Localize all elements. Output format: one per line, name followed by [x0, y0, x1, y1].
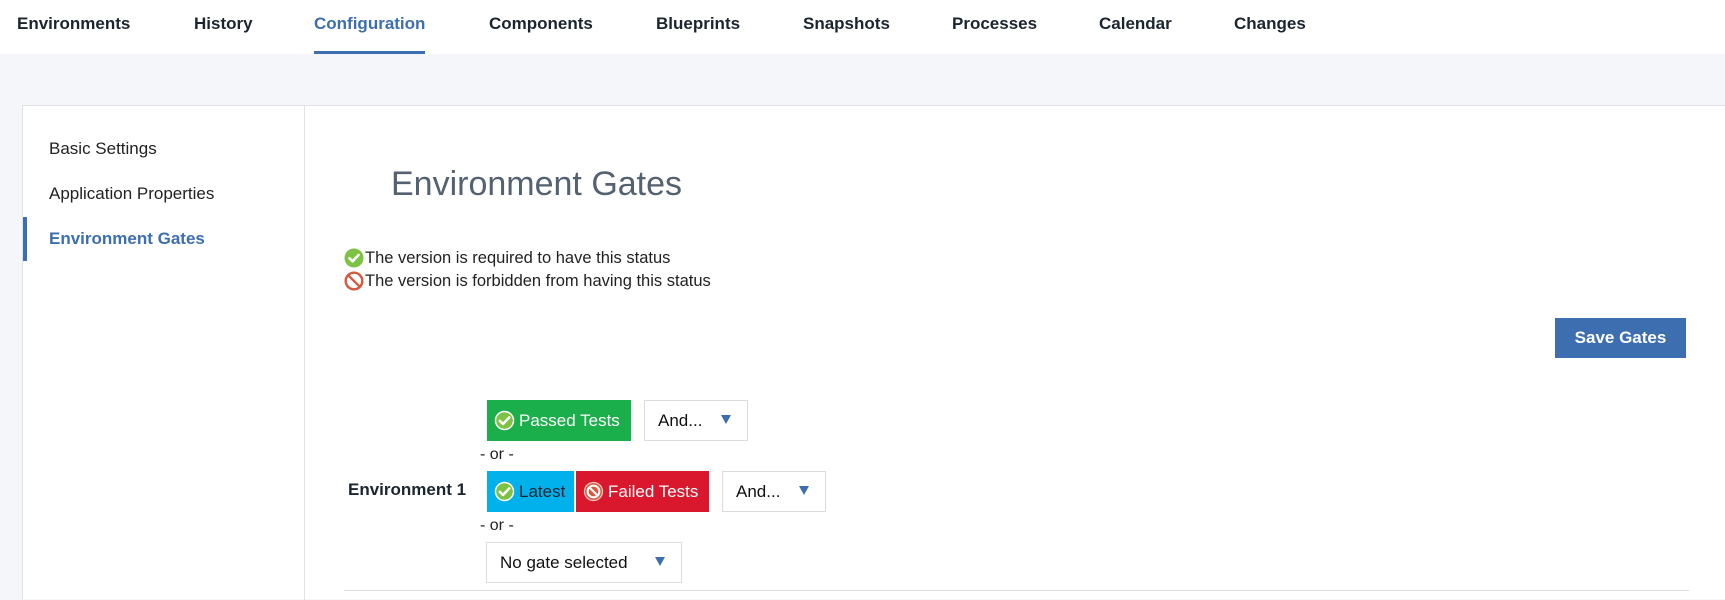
or-separator: - or -: [480, 446, 514, 463]
tab-components[interactable]: Components: [489, 0, 593, 54]
forbidden-icon: [583, 481, 604, 502]
section-divider: [344, 590, 1689, 591]
dropdown-value: And...: [658, 410, 703, 430]
caret-down-icon: [721, 415, 731, 424]
gate-chip-label: Latest: [519, 481, 566, 501]
and-dropdown-2[interactable]: And...: [722, 471, 826, 512]
sidebar-item-application-properties[interactable]: Application Properties: [23, 172, 304, 216]
dropdown-value: No gate selected: [500, 552, 628, 572]
dropdown-value: And...: [736, 481, 781, 501]
tab-environments[interactable]: Environments: [17, 0, 130, 54]
tab-calendar[interactable]: Calendar: [1099, 0, 1172, 54]
caret-down-icon: [799, 486, 809, 495]
environment-name: Environment 1: [348, 480, 467, 499]
save-gates-button[interactable]: Save Gates: [1555, 318, 1686, 358]
new-gate-dropdown[interactable]: No gate selected: [486, 542, 682, 583]
and-dropdown-1[interactable]: And...: [644, 400, 748, 441]
tab-history[interactable]: History: [194, 0, 253, 54]
settings-sidebar: Basic Settings Application Properties En…: [23, 106, 305, 600]
caret-down-icon: [655, 557, 665, 566]
check-circle-icon: [344, 248, 364, 268]
check-circle-icon: [494, 410, 515, 431]
legend-forbidden-text: The version is forbidden from having thi…: [365, 271, 711, 290]
gate-chip-label: Passed Tests: [519, 410, 620, 430]
tab-configuration[interactable]: Configuration: [314, 0, 426, 54]
check-circle-icon: [494, 481, 515, 502]
legend-required-text: The version is required to have this sta…: [365, 248, 671, 267]
tab-blueprints[interactable]: Blueprints: [656, 0, 740, 54]
legend-required: The version is required to have this sta…: [344, 248, 670, 268]
gate-chip-passed-tests[interactable]: Passed Tests: [487, 400, 631, 441]
tab-changes[interactable]: Changes: [1234, 0, 1306, 54]
content-panel: Basic Settings Application Properties En…: [22, 105, 1725, 600]
page-title: Environment Gates: [391, 165, 683, 203]
sidebar-item-basic-settings[interactable]: Basic Settings: [23, 127, 304, 171]
legend-forbidden: The version is forbidden from having thi…: [344, 271, 711, 291]
tab-processes[interactable]: Processes: [952, 0, 1037, 54]
top-nav: Environments History Configuration Compo…: [0, 0, 1725, 54]
or-separator: - or -: [480, 517, 514, 534]
sidebar-item-environment-gates[interactable]: Environment Gates: [23, 217, 304, 261]
gate-chip-latest[interactable]: Latest: [487, 471, 574, 512]
gate-chip-label: Failed Tests: [608, 481, 699, 501]
gate-chip-failed-tests[interactable]: Failed Tests: [576, 471, 709, 512]
forbidden-icon: [344, 271, 364, 291]
tab-snapshots[interactable]: Snapshots: [803, 0, 890, 54]
